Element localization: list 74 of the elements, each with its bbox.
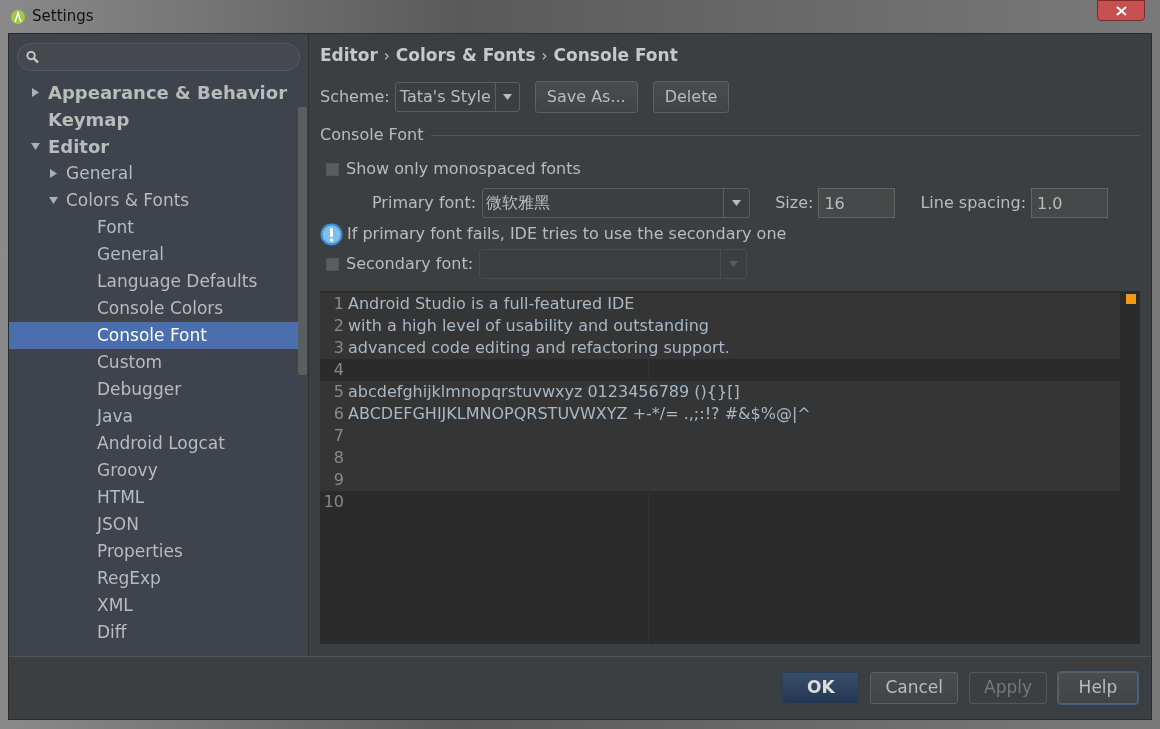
line-number: 3 [332,337,344,359]
breadcrumb-item[interactable]: Colors & Fonts [395,43,536,69]
line-number: 10 [322,491,344,513]
line-number: 4 [332,359,344,381]
preview-text: Android Studio is a full-featured IDE [348,293,635,315]
tree-item[interactable]: Colors & Fonts [9,187,298,214]
tree-item[interactable]: Appearance & Behavior [9,79,298,106]
line-number: 5 [332,381,344,403]
scrollbar-thumb[interactable] [298,107,307,375]
breadcrumb-item[interactable]: Console Font [553,43,678,69]
tree-item[interactable]: Keymap [9,106,298,133]
size-label: Size: [775,192,814,214]
tree-item[interactable]: Properties [9,538,298,565]
collapsed-arrow-icon[interactable] [49,169,58,178]
tree-item[interactable]: Custom [9,349,298,376]
breadcrumb-separator: › [383,45,390,67]
scheme-button[interactable]: Save As... [534,81,638,113]
info-text: If primary font fails, IDE tries to use the secondary one [347,223,787,245]
tree-item[interactable]: Console Font [9,322,298,349]
checkbox[interactable] [326,162,339,176]
close-button[interactable] [1097,0,1145,21]
tree-item[interactable]: XML [9,592,298,619]
tree-item[interactable]: HTML [9,484,298,511]
section-title: Console Font [320,124,424,146]
line-spacing-label: Line spacing: [920,192,1027,214]
dialog-button[interactable]: OK [782,672,860,704]
tree-item[interactable]: JSON [9,511,298,538]
tree-item[interactable]: Language Defaults [9,268,298,295]
caret-icon [732,200,742,206]
tree-item[interactable]: Font [9,214,298,241]
tree-item[interactable]: Diff [9,619,298,646]
tree-item[interactable]: General [9,160,298,187]
expanded-arrow-icon[interactable] [49,196,58,205]
expanded-arrow-icon[interactable] [31,142,40,151]
dialog-button[interactable]: Cancel [870,672,958,704]
search-icon [26,50,39,64]
tree-item[interactable]: Groovy [9,457,298,484]
tree-item[interactable]: Console Colors [9,295,298,322]
checkbox-label: Show only monospaced fonts [346,158,581,180]
tree-item[interactable]: Android Logcat [9,430,298,457]
line-number: 1 [332,293,344,315]
primary-font-label: Primary font: [372,192,477,214]
line-number: 7 [332,425,344,447]
preview-text: abcdefghijklmnopqrstuvwxyz 0123456789 (){}[] [348,381,740,403]
info-icon [320,222,343,246]
checkbox-label: Secondary font: [346,253,474,275]
preview-text: with a high level of usability and outstanding [348,315,709,337]
dialog-button[interactable]: Help [1058,672,1138,704]
tree-item[interactable]: Java [9,403,298,430]
breadcrumb-separator: › [541,45,548,67]
tree-item[interactable]: RegExp [9,565,298,592]
line-number: 6 [332,403,344,425]
close-icon [1115,5,1127,16]
line-number: 8 [332,447,344,469]
primary-font-dropdown[interactable]: 微软雅黑 [482,188,751,218]
error-stripe-marker [1126,294,1136,304]
scheme-button[interactable]: Delete [652,81,730,113]
tree-item[interactable]: Editor [9,133,298,160]
collapsed-arrow-icon[interactable] [31,88,40,97]
window-title: Settings [32,6,94,28]
caret-icon [502,94,512,100]
breadcrumb-item[interactable]: Editor [320,43,378,69]
scheme-dropdown[interactable]: Tata's Style [394,82,520,112]
tree-item[interactable]: General [9,241,298,268]
tree-item[interactable]: Debugger [9,376,298,403]
preview-text: ABCDEFGHIJKLMNOPQRSTUVWXYZ +-*/= .,;:!? #&$%@|^ [348,403,811,425]
caret-icon [729,261,739,267]
size-field[interactable]: 16 [818,188,896,218]
line-spacing-field[interactable]: 1.0 [1031,188,1109,218]
search-field[interactable] [17,43,300,71]
line-number: 2 [332,315,344,337]
line-number: 9 [332,469,344,491]
scheme-label: Scheme: [320,86,390,108]
preview-text: advanced code editing and refactoring support. [348,337,730,359]
